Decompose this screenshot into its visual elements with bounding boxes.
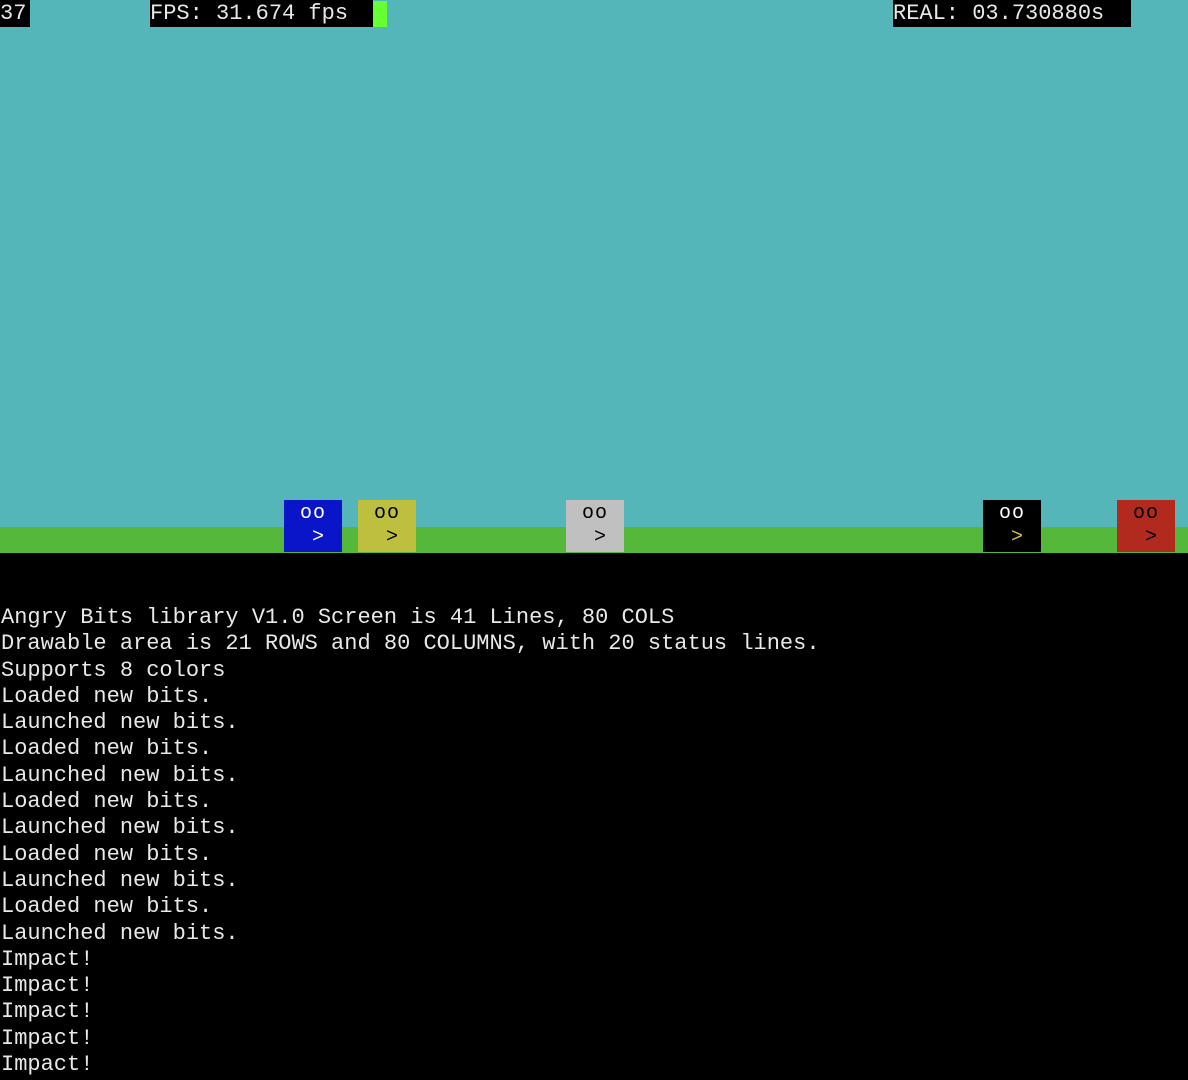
bit-mouth: > <box>312 526 325 549</box>
log-line: Loaded new bits. <box>1 894 213 920</box>
text-cursor <box>373 1 387 27</box>
log-line: Launched new bits. <box>1 815 239 841</box>
log-line: Supports 8 colors <box>1 657 226 683</box>
log-line: Loaded new bits. <box>1 736 213 762</box>
log-line: Loaded new bits. <box>1 789 213 815</box>
log-line: Angry Bits library V1.0 Screen is 41 Lin… <box>1 605 675 630</box>
fps-readout: FPS: 31.674 fps <box>150 0 373 27</box>
bit-character-black: oo > <box>983 500 1041 552</box>
log-line: Impact! <box>1 1052 94 1078</box>
bit-eyes: oo <box>1132 502 1159 525</box>
log-line: Impact! <box>1 946 94 972</box>
bit-character-blue: oo > <box>284 500 342 552</box>
bit-character-yellow: oo > <box>358 500 416 552</box>
log-line: Launched new bits. <box>1 710 239 736</box>
bit-eyes: oo <box>373 502 400 525</box>
log-line: Impact! <box>1 1025 94 1051</box>
terminal-screen: oo > oo > oo > oo > oo > 37 FPS: 31.674 … <box>0 0 1188 1080</box>
frame-counter: 37 <box>0 0 30 27</box>
log-line: Launched new bits. <box>1 920 239 946</box>
bit-eyes: oo <box>581 502 608 525</box>
bit-mouth: > <box>594 526 607 549</box>
bit-mouth: > <box>1145 526 1158 549</box>
game-playfield: oo > oo > oo > oo > oo > <box>0 0 1188 553</box>
bit-mouth: > <box>1011 526 1024 549</box>
bit-eyes: oo <box>299 502 326 525</box>
real-time-readout: REAL: 03.730880s <box>893 0 1131 27</box>
bit-eyes: oo <box>998 502 1025 525</box>
log-line: Loaded new bits. <box>1 841 213 867</box>
status-log: Angry Bits library V1.0 Screen is 41 Lin… <box>1 605 1187 1078</box>
bit-character-white: oo > <box>566 500 624 552</box>
log-line: Drawable area is 21 ROWS and 80 COLUMNS,… <box>1 631 820 657</box>
bit-character-red: oo > <box>1117 500 1175 552</box>
log-line: Launched new bits. <box>1 867 239 893</box>
log-line: Loaded new bits. <box>1 683 213 709</box>
log-line: Launched new bits. <box>1 762 239 788</box>
bit-mouth: > <box>386 526 399 549</box>
log-line: Impact! <box>1 973 94 999</box>
log-line: Impact! <box>1 999 94 1025</box>
